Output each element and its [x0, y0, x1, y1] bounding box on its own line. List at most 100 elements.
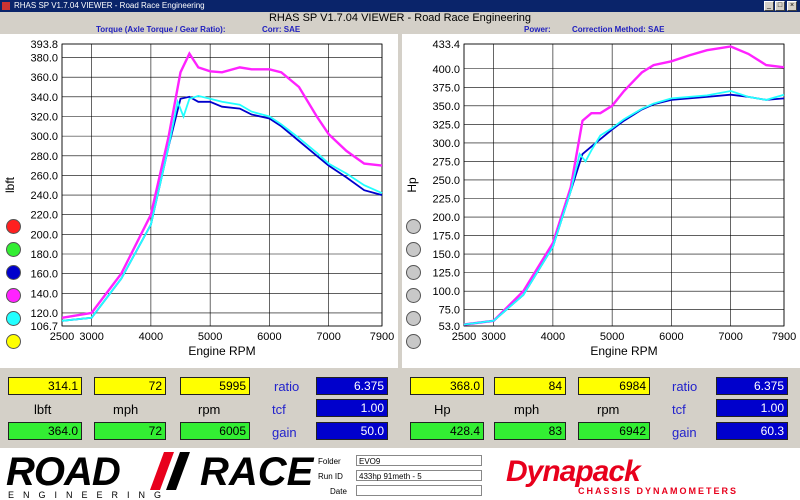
power-ylabel: Hp — [405, 177, 419, 193]
torque-chart-panel: 393.8 380.0 360.0 340.0 320.0 300.0 280.0 260.0… — [0, 34, 398, 368]
torque-unit-label: lbft — [34, 402, 52, 417]
power-ytick-label: 350.0 — [432, 101, 460, 113]
power-tcf-label: tcf — [672, 402, 686, 417]
torque-ytick-label: 120.0 — [30, 308, 58, 320]
run-dot-magenta[interactable] — [6, 288, 21, 303]
run-dot-cyan[interactable] — [6, 311, 21, 326]
power-ytick-label: 250.0 — [432, 175, 460, 187]
close-button[interactable]: × — [787, 1, 797, 11]
torque-ratio-value: 6.375 — [316, 377, 388, 395]
power-series-line — [463, 90, 785, 326]
torque-xtick-label: 5000 — [198, 331, 222, 343]
dynapack-logo: Dynapack — [506, 455, 641, 488]
torque-current-value: 314.1 — [8, 377, 82, 395]
power-mph-label: mph — [514, 402, 540, 417]
power-peak-mph: 83 — [494, 422, 566, 440]
power-ytick-label: 75.0 — [439, 305, 460, 317]
power-ratio-value: 6.375 — [716, 377, 788, 395]
date-label: Date — [330, 487, 347, 496]
torque-ytick-label: 393.8 — [30, 39, 58, 51]
torque-ytick-label: 260.0 — [30, 170, 58, 182]
torque-peak-rpm: 6005 — [180, 422, 250, 440]
torque-chart: 393.8 380.0 360.0 340.0 320.0 300.0 280.0 260.0… — [3, 39, 394, 358]
window-title: RHAS SP V1.7.04 VIEWER - Road Race Engin… — [14, 1, 205, 10]
power-xtick-label: 7000 — [718, 331, 742, 343]
folder-field: EVO9 — [356, 455, 482, 466]
power-ytick-label: 125.0 — [432, 268, 460, 280]
power-gain-value: 60.3 — [716, 422, 788, 440]
power-xtick-label: 7900 — [772, 331, 796, 343]
torque-rpm-label: rpm — [198, 402, 221, 417]
power-xtick-label: 2500 — [452, 331, 476, 343]
torque-peak-mph: 72 — [94, 422, 166, 440]
power-ytick-label: 100.0 — [432, 286, 460, 298]
power-ytick-label: 325.0 — [432, 119, 460, 131]
power-corr: Correction Method: SAE — [572, 25, 665, 34]
torque-peak-value: 364.0 — [8, 422, 82, 440]
run-dot-5[interactable] — [406, 311, 421, 326]
run-dot-4[interactable] — [406, 288, 421, 303]
app-title: RHAS SP V1.7.04 VIEWER - Road Race Engin… — [268, 12, 532, 24]
power-header: Power: — [524, 25, 551, 34]
torque-ytick-label: 200.0 — [30, 229, 58, 241]
power-ytick-label: 150.0 — [432, 249, 460, 261]
torque-ytick-label: 240.0 — [30, 190, 58, 202]
torque-header: Torque (Axle Torque / Gear Ratio): — [96, 25, 226, 34]
power-chart: 433.4 400.0 375.0 350.0 325.0 300.0 275.0 250.0… — [405, 39, 796, 358]
torque-ytick-label: 360.0 — [30, 72, 58, 84]
torque-xtick-label: 7900 — [370, 331, 394, 343]
power-unit-label: Hp — [434, 402, 451, 417]
power-rpm-label: rpm — [597, 402, 620, 417]
torque-corr: Corr: SAE — [262, 25, 301, 34]
logo-slashes-icon — [150, 452, 190, 490]
power-ytick-label: 400.0 — [432, 64, 460, 76]
run-dot-2[interactable] — [406, 242, 421, 257]
power-peak-value: 428.4 — [410, 422, 484, 440]
logo-race-text: RACE — [200, 450, 314, 494]
torque-ytick-label: 220.0 — [30, 210, 58, 222]
run-dot-1[interactable] — [406, 219, 421, 234]
logo-subtitle: ENGINEERING — [8, 490, 171, 500]
power-tcf-value: 1.00 — [716, 399, 788, 417]
run-dot-green[interactable] — [6, 242, 21, 257]
power-xlabel: Engine RPM — [590, 344, 657, 358]
torque-xtick-label: 2500 — [50, 331, 74, 343]
power-xtick-label: 6000 — [659, 331, 683, 343]
date-field — [356, 485, 482, 496]
run-dot-red[interactable] — [6, 219, 21, 234]
power-ytick-label: 175.0 — [432, 231, 460, 243]
power-ytick-label: 300.0 — [432, 138, 460, 150]
torque-ytick-label: 340.0 — [30, 92, 58, 104]
run-dot-6[interactable] — [406, 334, 421, 349]
power-plot-frame — [463, 43, 785, 327]
power-peak-rpm: 6942 — [578, 422, 650, 440]
power-xtick-label: 3000 — [481, 331, 505, 343]
torque-xtick-label: 6000 — [257, 331, 281, 343]
ratio-label: ratio — [274, 379, 300, 394]
torque-plot-frame — [61, 43, 383, 327]
run-dot-blue[interactable] — [6, 265, 21, 280]
torque-xlabel: Engine RPM — [188, 344, 255, 358]
power-xtick-label: 5000 — [600, 331, 624, 343]
torque-series-line — [61, 51, 383, 319]
power-series-line — [463, 93, 785, 326]
torque-ytick-label: 320.0 — [30, 111, 58, 123]
logo-road-text: ROAD — [6, 450, 121, 494]
power-ytick-label: 275.0 — [432, 156, 460, 168]
folder-label: Folder — [318, 457, 341, 466]
torque-mph-label: mph — [113, 402, 139, 417]
dynapack-subtitle: CHASSIS DYNAMOMETERS — [578, 486, 739, 496]
gain-label: gain — [272, 425, 297, 440]
maximize-button[interactable]: □ — [775, 1, 785, 11]
power-gain-label: gain — [672, 425, 697, 440]
tcf-label: tcf — [272, 402, 286, 417]
run-dot-yellow[interactable] — [6, 334, 21, 349]
power-current-value: 368.0 — [410, 377, 484, 395]
run-dot-3[interactable] — [406, 265, 421, 280]
minimize-button[interactable]: _ — [764, 1, 774, 11]
torque-xtick-label: 4000 — [139, 331, 163, 343]
runid-label: Run ID — [318, 472, 343, 481]
power-ytick-label: 433.4 — [432, 39, 460, 51]
torque-current-rpm: 5995 — [180, 377, 250, 395]
torque-ytick-label: 160.0 — [30, 269, 58, 281]
